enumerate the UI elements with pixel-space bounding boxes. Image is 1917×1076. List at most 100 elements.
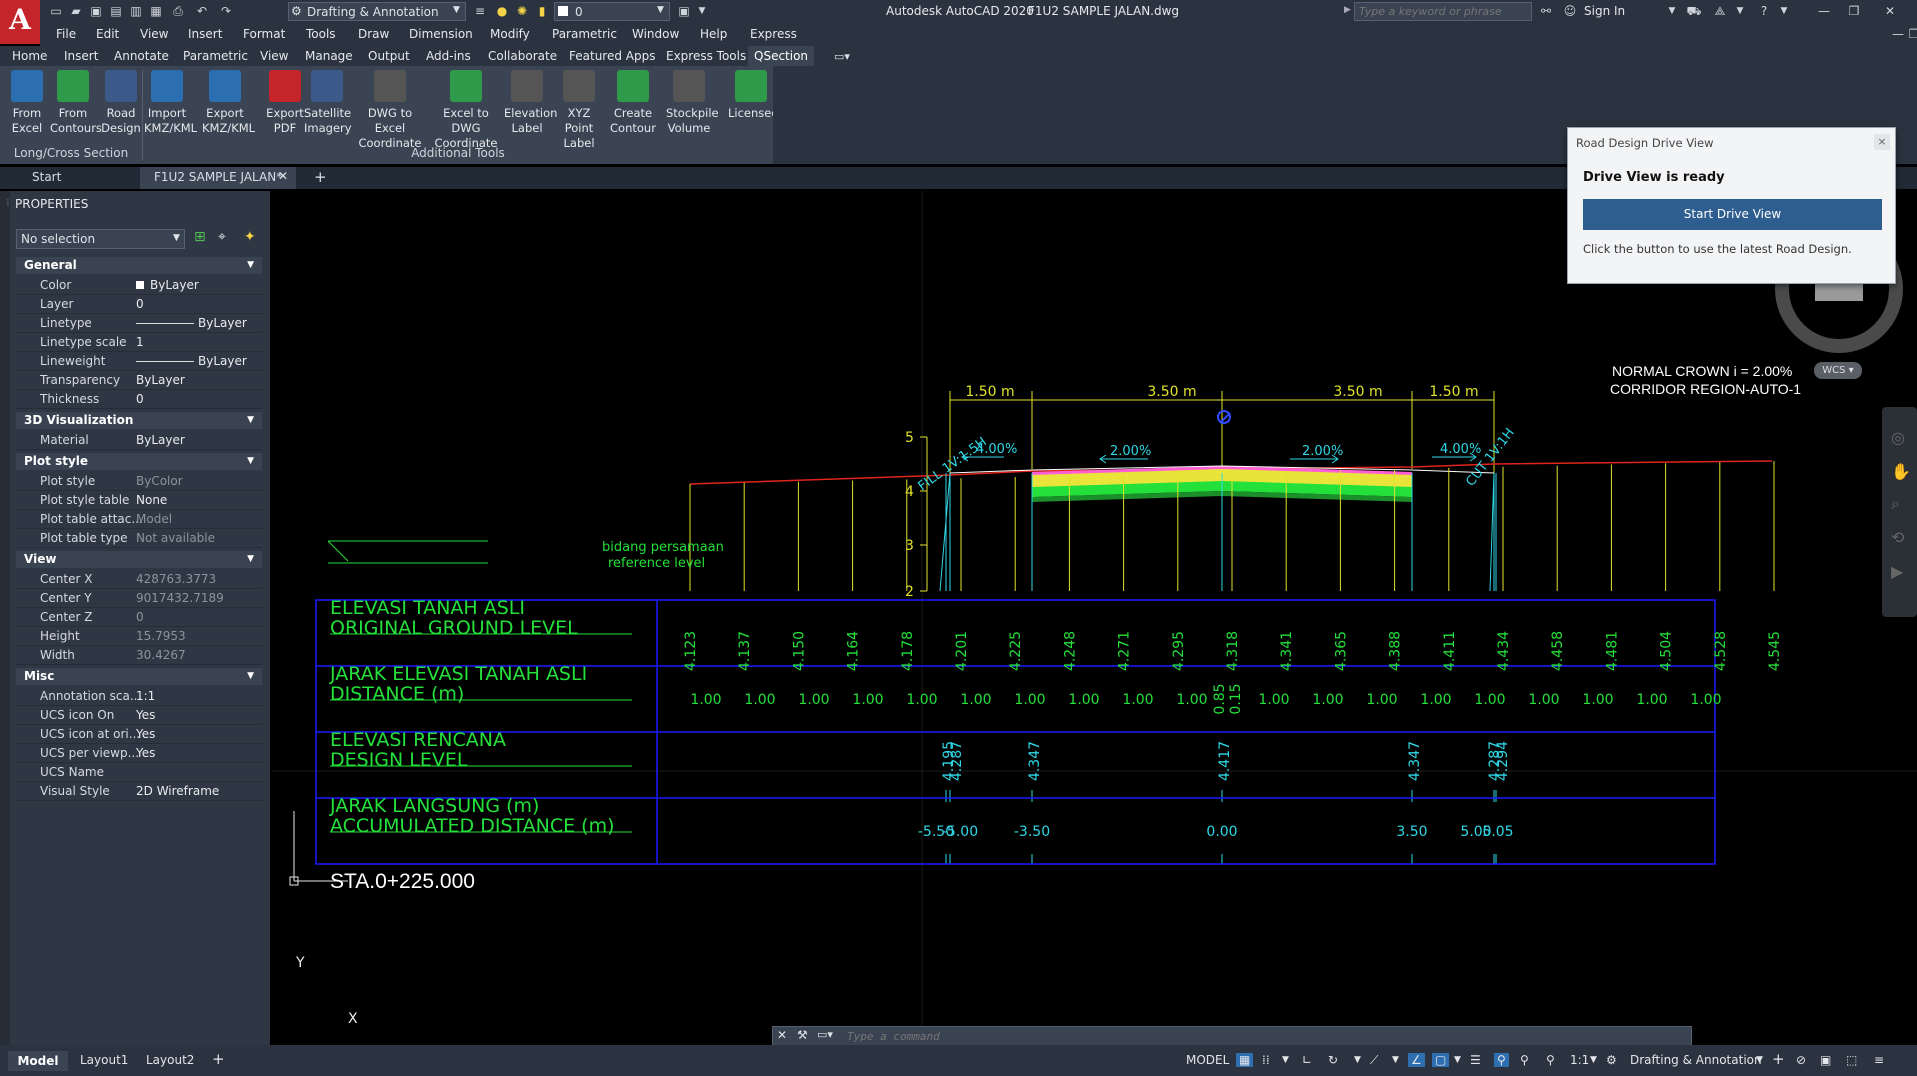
section-misc[interactable]: Misc ▼ [16, 668, 262, 685]
menu-express[interactable]: Express [750, 27, 797, 41]
open-folder-icon[interactable]: ▰ [68, 3, 84, 19]
polar-icon[interactable]: ↻ [1328, 1053, 1338, 1067]
tab-layout2[interactable]: Layout2 [146, 1053, 194, 1067]
menu-modify[interactable]: Modify [490, 27, 530, 41]
tab-express-tools[interactable]: Express Tools [666, 49, 746, 63]
property-row[interactable]: Thickness 0 [16, 390, 262, 409]
menu-draw[interactable]: Draw [358, 27, 389, 41]
ribbon-button-8[interactable]: Excel to DWG Coordinate [430, 70, 502, 151]
chevron-down-icon[interactable]: ▼ [1732, 3, 1748, 19]
ribbon-toggle-icon[interactable]: ▭▾ [834, 50, 850, 63]
command-history-icon[interactable]: ▭▾ [817, 1028, 843, 1041]
plot-icon[interactable]: ⎙ [170, 3, 186, 19]
undo-icon[interactable]: ↶ [194, 3, 210, 19]
property-row[interactable]: Annotation sca... 1:1 [16, 687, 262, 706]
start-drive-view-button[interactable]: Start Drive View [1583, 199, 1882, 230]
workspace-dropdown[interactable]: ⚙ Drafting & Annotation ▼ [288, 2, 466, 21]
toggle-pickadd-icon[interactable]: ⊞ [194, 229, 206, 245]
web-open-icon[interactable]: ▦ [148, 3, 164, 19]
ribbon-button-5[interactable]: Export PDF [262, 70, 308, 136]
select-objects-icon[interactable]: ⌖ [218, 229, 226, 245]
palette-grip[interactable] [0, 191, 10, 1045]
property-row[interactable]: Plot style table None [16, 491, 262, 510]
tab-active-document[interactable]: F1U2 SAMPLE JALAN* ✕ [140, 167, 296, 189]
search-input[interactable] [1354, 2, 1532, 21]
menu-dimension[interactable]: Dimension [409, 27, 473, 41]
tab-parametric[interactable]: Parametric [183, 49, 248, 63]
tab-output[interactable]: Output [368, 49, 410, 63]
tab-featured-apps[interactable]: Featured Apps [569, 49, 655, 63]
property-row[interactable]: Plot table type Not available [16, 529, 262, 548]
tab-manage[interactable]: Manage [305, 49, 353, 63]
property-row[interactable]: Linetype ByLayer [16, 314, 262, 333]
chevron-down-icon[interactable]: ▼ [1590, 1055, 1597, 1065]
user-icon[interactable]: ☺ [1562, 3, 1578, 19]
annotation-visibility-icon[interactable]: ⚲ [1494, 1053, 1509, 1067]
wcs-button[interactable]: WCS ▾ [1814, 362, 1862, 379]
property-row[interactable]: Color ByLayer [16, 276, 262, 295]
ribbon-button-11[interactable]: Create Contour [610, 70, 656, 136]
help-icon[interactable]: ? [1756, 3, 1772, 19]
menu-parametric[interactable]: Parametric [552, 27, 617, 41]
drawing-canvas[interactable]: 1.50 m 3.50 m 3.50 m 1.50 m 5432 4.00% 2.00%… [272, 191, 1917, 1045]
property-row[interactable]: Plot style ByColor [16, 472, 262, 491]
section-view[interactable]: View ▼ [16, 551, 262, 568]
object-snap-icon[interactable]: ▢ [1432, 1053, 1450, 1067]
doc-restore-icon[interactable]: ❐ [1906, 26, 1917, 42]
property-row[interactable]: Center X 428763.3773 [16, 570, 262, 589]
restore-icon[interactable]: ❐ [1846, 3, 1862, 19]
object-snap-tracking-icon[interactable]: ∠ [1408, 1053, 1425, 1067]
property-row[interactable]: Layer 0 [16, 295, 262, 314]
property-row[interactable]: UCS Name [16, 763, 262, 782]
property-row[interactable]: UCS icon at ori... Yes [16, 725, 262, 744]
tab-collaborate[interactable]: Collaborate [488, 49, 557, 63]
chevron-right-icon[interactable]: ▶ [1344, 5, 1351, 15]
exchange-icon[interactable]: ⟁ [1712, 3, 1728, 19]
model-space-button[interactable]: MODEL [1186, 1053, 1229, 1067]
ribbon-button-3[interactable]: Import KMZ/KML [144, 70, 197, 136]
palette-menu-icon[interactable]: ⋮ [4, 198, 12, 207]
close-tab-icon[interactable]: ✕ [278, 169, 288, 183]
chevron-down-icon[interactable]: ▼ [1354, 1055, 1361, 1065]
property-row[interactable]: Height 15.7953 [16, 627, 262, 646]
minimize-icon[interactable]: — [1816, 3, 1832, 19]
selection-dropdown[interactable]: No selection ▼ [16, 229, 185, 249]
layer-dropdown[interactable]: 0 ▼ [554, 2, 670, 21]
tab-layout1[interactable]: Layout1 [80, 1053, 128, 1067]
tab-start[interactable]: Start [32, 170, 61, 184]
ribbon-button-0[interactable]: From Excel [4, 70, 50, 136]
ribbon-button-7[interactable]: DWG to Excel Coordinate [354, 70, 426, 151]
ribbon-button-2[interactable]: Road Design [98, 70, 144, 136]
add-layout-icon[interactable]: + [212, 1050, 225, 1068]
menu-tools[interactable]: Tools [306, 27, 336, 41]
match-layer-icon[interactable]: ▣ [676, 3, 692, 19]
sign-in-link[interactable]: Sign In [1584, 4, 1625, 18]
isodraft-icon[interactable]: ⟋ [1370, 1053, 1378, 1068]
section-plot-style[interactable]: Plot style ▼ [16, 453, 262, 470]
property-row[interactable]: UCS per viewp... Yes [16, 744, 262, 763]
tab-model[interactable]: Model [8, 1051, 68, 1071]
property-row[interactable]: Plot table attac... Model [16, 510, 262, 529]
menu-window[interactable]: Window [632, 27, 679, 41]
tab-view[interactable]: View [260, 49, 288, 63]
grid-icon[interactable]: ▦ [1236, 1053, 1254, 1067]
doc-minimize-icon[interactable]: — [1890, 26, 1906, 42]
chevron-down-icon[interactable]: ▼ [1776, 3, 1792, 19]
ribbon-button-13[interactable]: Licensed [728, 70, 779, 121]
autocad-logo[interactable]: A [0, 0, 40, 44]
auto-scale-icon[interactable]: ⚲ [1520, 1053, 1529, 1067]
chevron-down-icon[interactable]: ▼ [1664, 3, 1680, 19]
new-tab-icon[interactable]: + [314, 168, 327, 186]
ribbon-button-6[interactable]: Satellite Imagery [304, 70, 352, 136]
ortho-icon[interactable]: ∟ [1302, 1053, 1312, 1067]
property-row[interactable]: Center Y 9017432.7189 [16, 589, 262, 608]
menu-insert[interactable]: Insert [188, 27, 222, 41]
menu-file[interactable]: File [56, 27, 76, 41]
cart-icon[interactable]: ⛟ [1686, 3, 1702, 19]
sun-icon[interactable]: ✺ [514, 3, 530, 19]
annotation-scale-value[interactable]: 1:1 [1570, 1053, 1589, 1067]
layer-properties-icon[interactable]: ≡ [472, 3, 488, 19]
isolate-icon[interactable]: ⊘ [1796, 1053, 1806, 1067]
lineweight-icon[interactable]: ☰ [1470, 1053, 1481, 1067]
property-row[interactable]: Material ByLayer [16, 431, 262, 450]
